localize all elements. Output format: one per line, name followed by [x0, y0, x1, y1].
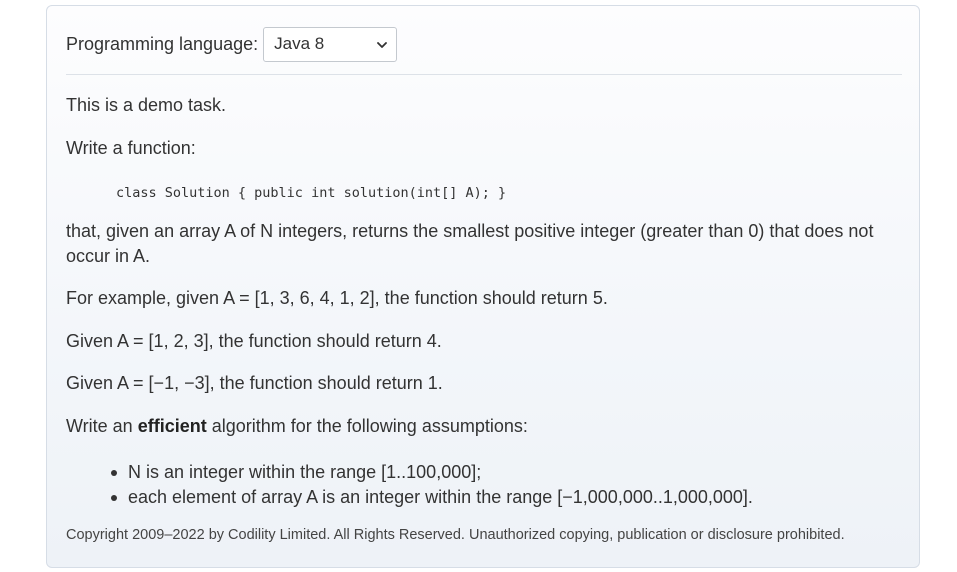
efficiency-prefix: Write an	[66, 416, 138, 436]
efficiency-suffix: algorithm for the following assumptions:	[206, 416, 528, 436]
function-signature: class Solution { public int solution(int…	[116, 185, 507, 201]
copyright-footer: Copyright 2009–2022 by Codility Limited.…	[66, 527, 845, 543]
language-selector-row: Programming language: Java 8	[66, 26, 398, 62]
language-label: Programming language:	[66, 33, 259, 54]
list-item: N is an integer within the range [1..100…	[109, 460, 753, 485]
bullet-icon	[111, 495, 117, 501]
divider	[66, 74, 902, 75]
example-2: Given A = [1, 2, 3], the function should…	[66, 331, 442, 351]
chevron-down-icon	[377, 41, 388, 48]
language-selected-value: Java 8	[274, 34, 325, 53]
efficiency-bold: efficient	[137, 416, 207, 436]
assumption-text: each element of array A is an integer wi…	[128, 487, 753, 507]
bullet-icon	[111, 470, 117, 476]
assumption-text: N is an integer within the range [1..100…	[128, 462, 482, 482]
assumptions-list: N is an integer within the range [1..100…	[109, 460, 753, 510]
task-intro: This is a demo task.	[66, 95, 227, 115]
list-item: each element of array A is an integer wi…	[109, 485, 753, 510]
task-description-text: that, given an array A of N integers, re…	[66, 221, 874, 266]
task-write-function: Write a function:	[66, 138, 196, 158]
language-select[interactable]: Java 8	[263, 26, 398, 62]
example-1: For example, given A = [1, 3, 6, 4, 1, 2…	[66, 288, 608, 308]
example-3: Given A = [−1, −3], the function should …	[66, 373, 443, 393]
task-card: Programming language: Java 8 This is a d…	[46, 5, 920, 568]
efficiency-note: Write an efficient algorithm for the fol…	[66, 414, 528, 439]
